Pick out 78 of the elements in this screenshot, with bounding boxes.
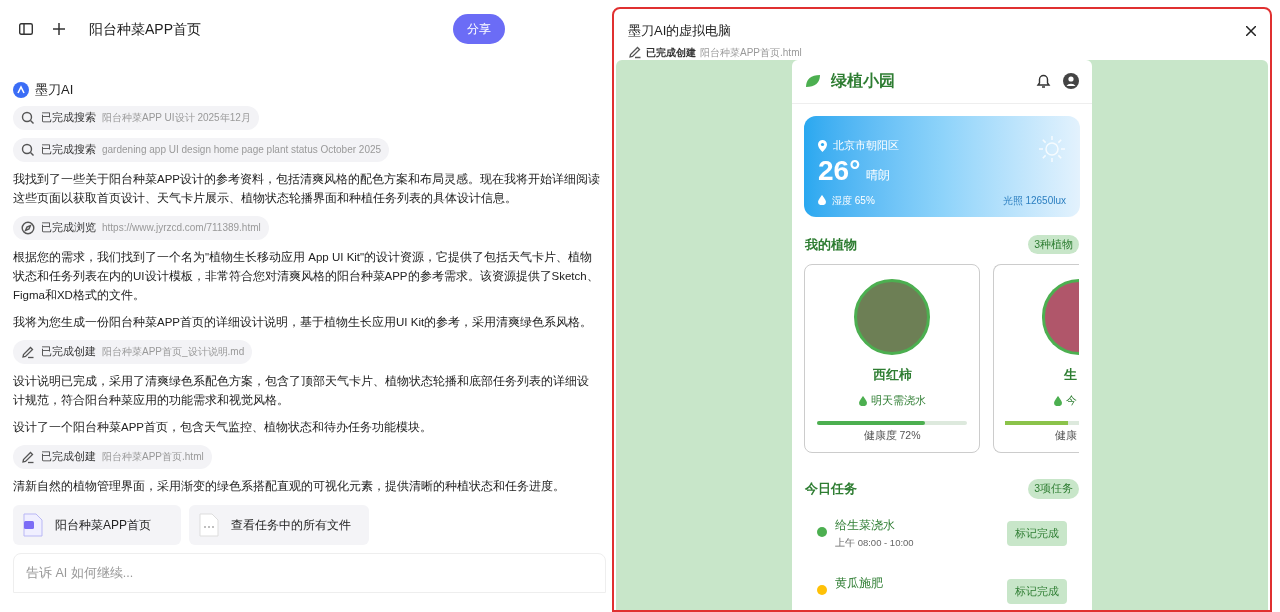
humidity: 湿度 65% — [832, 193, 875, 208]
pencil-icon — [628, 45, 642, 59]
message-paragraph: 根据您的需求，我们找到了一个名为"植物生长移动应用 App UI Kit"的设计资源，它提供了包括天气卡片、植物状态和任务列表在内的UI设计模板，非常符合您对清爽风格的阳台种菜APP的参考需求。该资源提供了Sketch、Figma和XD格式的文件。 — [13, 249, 600, 303]
weather-condition: 晴朗 — [866, 166, 891, 184]
app-brand: 绿植小园 — [831, 71, 895, 91]
file-more-icon — [199, 512, 219, 537]
user-avatar-icon[interactable] — [1063, 73, 1079, 89]
step-detail: 阳台种菜APP首页.html — [102, 450, 204, 464]
task-name: 黄瓜施肥 — [835, 576, 883, 591]
completed-step-chip[interactable]: 已完成创建 阳台种菜APP首页.html — [13, 444, 212, 469]
plus-icon[interactable] — [53, 23, 65, 35]
message-paragraph: 设计说明已完成，采用了清爽绿色系配色方案，包含了顶部天气卡片、植物状态轮播和底部任务列表的详细设计规范，符合阳台种菜应用的功能需求和视觉风格。 — [13, 373, 590, 408]
assistant-name: 墨刀AI — [35, 81, 74, 99]
location-pin-icon — [818, 139, 827, 152]
plant-card[interactable]: 生 今 健康 — [993, 264, 1079, 454]
task-name: 给生菜浇水 — [835, 518, 896, 533]
health-label: 健康度 72% — [863, 427, 921, 443]
step-label: 已完成浏览 — [41, 220, 96, 236]
message-paragraph: 我找到了一些关于阳台种菜APP设计的参考资料，包括清爽风格的配色方案和布局灵感。现在我将开始详细阅读这些页面以获取首页设计、天气卡片展示、植物状态轮播界面和种植任务列表的具体设计信息。 — [13, 171, 600, 206]
preview-title: 墨刀AI的虚拟电脑 — [628, 22, 732, 40]
plant-name: 西红柿 — [872, 367, 912, 385]
completed-step-chip[interactable]: 已完成浏览 https://www.jyrzcd.com/711389.html — [13, 215, 269, 240]
completed-step-chip[interactable]: 已完成搜索 阳台种菜APP UI设计 2025年12月 — [13, 105, 259, 130]
step-detail: gardening app UI design home page plant status October 2025 — [102, 143, 382, 157]
ai-logo-icon — [13, 81, 29, 98]
message-paragraph: 设计了一个阳台种菜APP首页，包含天气监控、植物状态和待办任务功能模块。 — [13, 419, 433, 435]
drop-icon — [1054, 395, 1062, 406]
composer-input[interactable]: 告诉 AI 如何继续... — [26, 563, 593, 583]
close-icon[interactable] — [1246, 25, 1256, 36]
share-button[interactable]: 分享 — [453, 14, 505, 44]
mark-complete-button[interactable]: 标记完成 — [1007, 521, 1067, 546]
drop-icon — [818, 195, 826, 205]
pencil-icon — [21, 344, 35, 359]
step-detail: https://www.jyrzcd.com/711389.html — [102, 221, 261, 235]
preview-file: 阳台种菜APP首页.html — [700, 45, 802, 60]
completed-step-chip[interactable]: 已完成创建 阳台种菜APP首页_设计说明.md — [13, 339, 253, 364]
search-icon — [21, 110, 35, 125]
pencil-icon — [21, 449, 35, 464]
watering-note: 明天需浇水 — [870, 393, 926, 408]
composer-field[interactable]: 告诉 AI 如何继续... — [13, 552, 606, 593]
step-label: 已完成搜索 — [41, 142, 96, 158]
html-file-icon — [23, 512, 43, 537]
plant-card[interactable]: 西红柿 明天需浇水 健康度 72% — [804, 264, 980, 454]
step-label: 已完成创建 — [41, 449, 96, 465]
task-item[interactable]: 给生菜浇水 上午 08:00 - 10:00 标记完成 — [805, 515, 1079, 555]
health-label: 健康 — [1055, 427, 1078, 443]
leaf-icon — [805, 74, 821, 88]
task-item[interactable]: 黄瓜施肥 标记完成 — [805, 573, 1079, 610]
preview-status: 已完成创建 — [646, 45, 696, 60]
step-label: 已完成创建 — [41, 344, 96, 360]
bell-icon[interactable] — [1036, 73, 1051, 89]
mark-complete-button[interactable]: 标记完成 — [1007, 579, 1067, 604]
temperature: 26° — [818, 154, 861, 187]
count-badge: 3种植物 — [1028, 234, 1079, 255]
section-title: 我的植物 — [805, 235, 857, 254]
task-time: 上午 08:00 - 10:00 — [835, 536, 914, 551]
message-paragraph: 清新自然的植物管理界面，采用渐变的绿色系搭配直观的可视化元素，提供清晰的种植状态和任务进度。 — [13, 478, 566, 494]
section-title: 今日任务 — [805, 480, 857, 499]
sun-icon — [1038, 134, 1066, 163]
file-name: 查看任务中的所有文件 — [231, 516, 351, 534]
completed-step-chip[interactable]: 已完成搜索 gardening app UI design home page plant status October 2025 — [13, 137, 390, 162]
drop-icon — [858, 395, 867, 406]
compass-icon — [21, 220, 35, 235]
count-badge: 3项任务 — [1028, 479, 1079, 499]
weather-location: 北京市朝阳区 — [833, 138, 899, 154]
message-paragraph: 我将为您生成一份阳台种菜APP首页的详细设计说明，基于植物生长应用UI Kit的参考，采用清爽绿色系风格。 — [13, 314, 594, 330]
step-detail: 阳台种菜APP UI设计 2025年12月 — [102, 111, 251, 125]
watering-note: 今 — [1066, 393, 1077, 408]
file-name: 阳台种菜APP首页 — [55, 516, 151, 534]
light-intensity: 光照 12650lux — [1002, 193, 1066, 208]
file-card[interactable]: 查看任务中的所有文件 — [189, 504, 369, 545]
step-detail: 阳台种菜APP首页_设计说明.md — [102, 345, 245, 359]
sidebar-toggle-icon[interactable] — [19, 23, 33, 35]
plant-name: 生 — [1064, 367, 1078, 385]
file-card[interactable]: 阳台种菜APP首页 — [13, 504, 181, 545]
step-label: 已完成搜索 — [41, 110, 96, 126]
chat-title: 阳台种菜APP首页 — [89, 19, 201, 39]
search-icon — [21, 142, 35, 157]
